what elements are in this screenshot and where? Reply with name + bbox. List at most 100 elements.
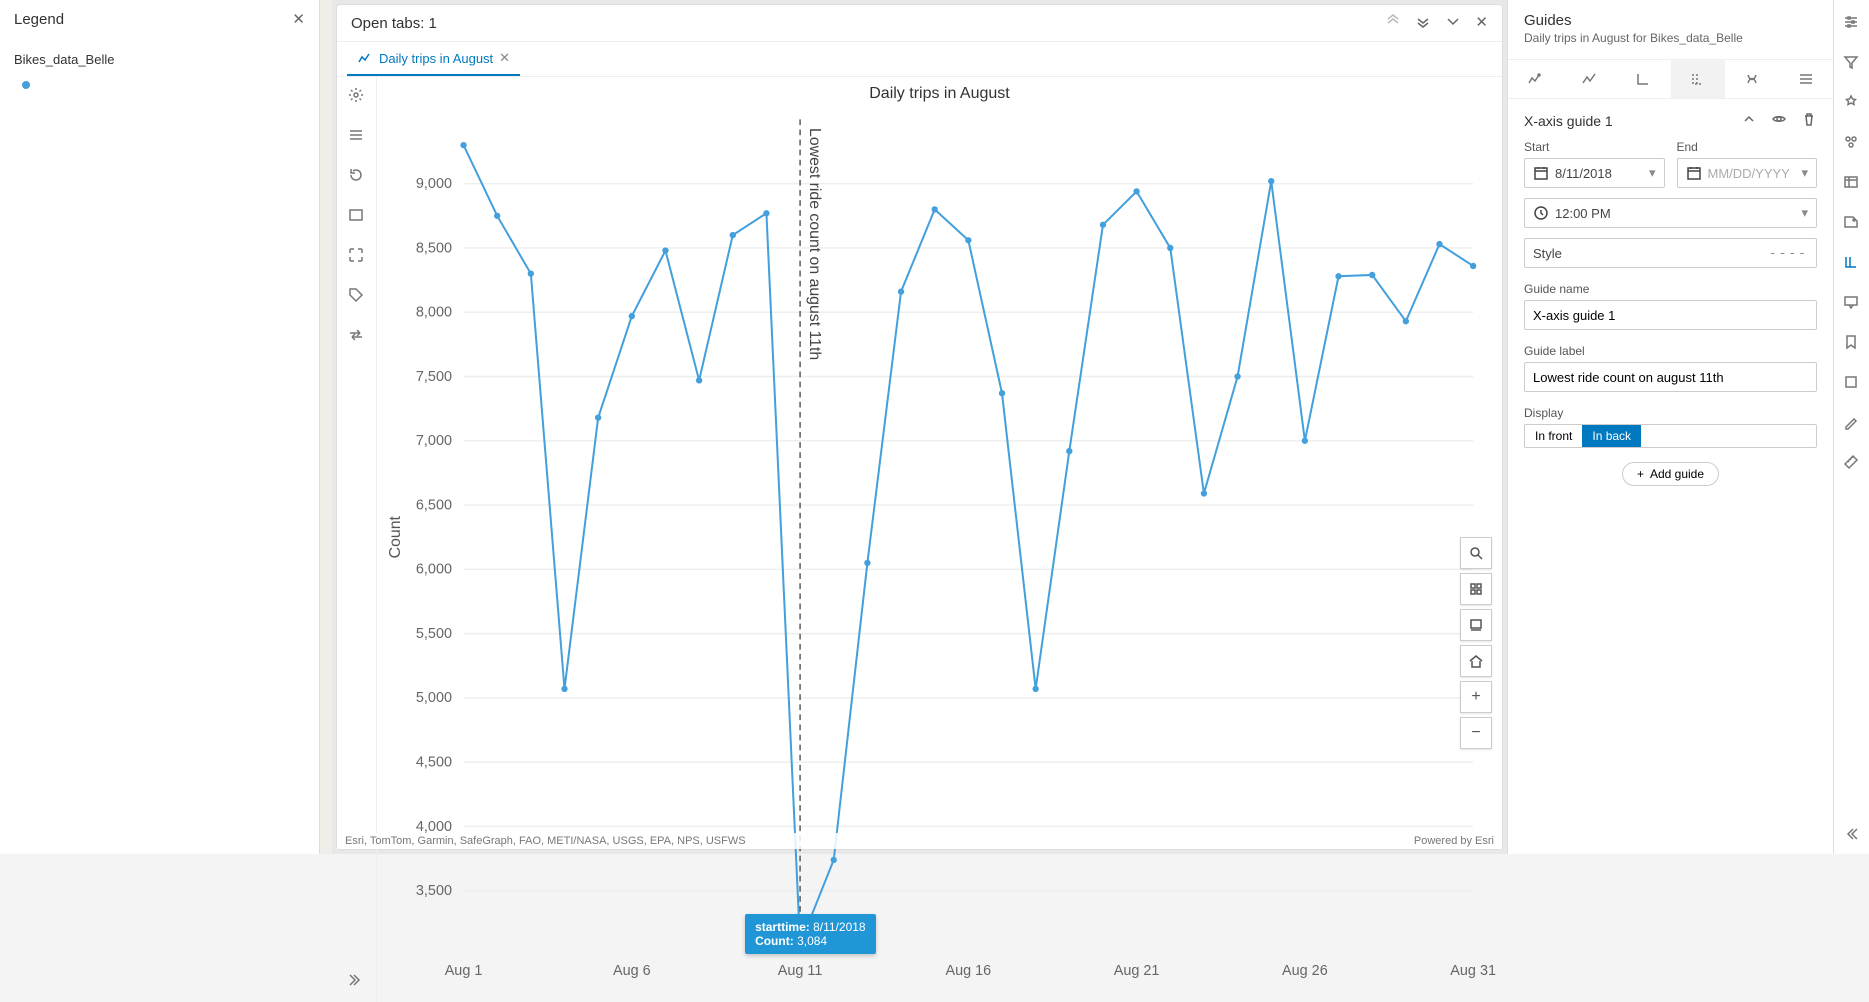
svg-text:8,000: 8,000 <box>416 305 452 321</box>
map-powered-by: Powered by Esri <box>1414 835 1494 847</box>
time-value: 12:00 PM <box>1555 206 1611 221</box>
tooltip-count-value: 3,084 <box>797 934 827 948</box>
svg-text:Aug 11: Aug 11 <box>778 963 823 979</box>
calendar-icon <box>1533 165 1549 181</box>
config-tab-general[interactable] <box>1779 60 1833 98</box>
legend-panel: Legend ✕ Bikes_data_Belle <box>0 0 320 854</box>
legend-layer-name: Bikes_data_Belle <box>14 52 305 67</box>
chevron-down-icon: ▾ <box>1801 165 1808 181</box>
time-picker[interactable]: 12:00 PM ▾ <box>1524 198 1817 228</box>
svg-text:Aug 16: Aug 16 <box>945 963 991 979</box>
style-picker[interactable]: Style ---- <box>1524 238 1817 268</box>
chart-svg[interactable]: 3,5004,0004,5005,0005,5006,0006,5007,000… <box>377 105 1502 998</box>
start-date-picker[interactable]: 8/11/2018 ▾ <box>1524 158 1665 188</box>
selection-icon[interactable] <box>348 247 366 265</box>
guide-label-input[interactable] <box>1524 362 1817 392</box>
rail-fields-icon[interactable] <box>1843 174 1861 192</box>
rail-measure-icon[interactable] <box>1843 454 1861 472</box>
add-guide-button[interactable]: + Add guide <box>1622 462 1719 486</box>
chevron-down-icon[interactable] <box>1445 13 1461 33</box>
svg-text:Count: Count <box>387 515 404 558</box>
chart-tab[interactable]: Daily trips in August ✕ <box>347 42 520 76</box>
svg-text:Lowest ride count on august 11: Lowest ride count on august 11th <box>806 128 823 360</box>
start-date-value: 8/11/2018 <box>1555 166 1612 181</box>
bookmark-button[interactable] <box>1460 609 1492 641</box>
svg-text:Aug 1: Aug 1 <box>445 963 483 979</box>
legend-toggle-icon[interactable] <box>348 127 366 145</box>
svg-text:7,500: 7,500 <box>416 369 452 385</box>
tooltip-starttime-label: starttime: <box>755 920 810 934</box>
display-in-front-button[interactable]: In front <box>1525 425 1582 447</box>
chart-tab-label: Daily trips in August <box>379 51 493 66</box>
chart-area[interactable]: Daily trips in August 3,5004,0004,5005,0… <box>377 77 1502 1002</box>
rail-chart-config-icon[interactable] <box>1843 254 1861 272</box>
guides-panel-title: Guides <box>1524 12 1817 29</box>
swap-axes-icon[interactable] <box>348 327 366 345</box>
rail-popup-icon[interactable] <box>1843 294 1861 312</box>
expand-toolbar-icon[interactable] <box>348 972 366 990</box>
home-button[interactable] <box>1460 645 1492 677</box>
svg-text:5,500: 5,500 <box>416 626 452 642</box>
close-tab-button[interactable]: ✕ <box>499 50 510 66</box>
rail-edit-icon[interactable] <box>1843 414 1861 432</box>
rail-effects-icon[interactable] <box>1843 94 1861 112</box>
map-attribution-bar: Esri, TomTom, Garmin, SafeGraph, FAO, ME… <box>337 833 1502 849</box>
map-widgets: + − <box>1460 537 1492 749</box>
config-tab-guides[interactable] <box>1671 60 1725 98</box>
tooltip-starttime-value: 8/11/2018 <box>813 920 866 934</box>
config-tab-axes[interactable] <box>1616 60 1670 98</box>
search-map-button[interactable] <box>1460 537 1492 569</box>
end-date-placeholder: MM/DD/YYYY <box>1708 166 1790 181</box>
collapse-guide-icon[interactable] <box>1741 111 1757 130</box>
filter-extent-icon[interactable] <box>348 207 366 225</box>
style-value: ---- <box>1769 246 1808 261</box>
chart-title: Daily trips in August <box>377 77 1502 105</box>
svg-text:3,500: 3,500 <box>416 883 452 899</box>
svg-text:4,500: 4,500 <box>416 754 452 770</box>
settings-icon[interactable] <box>348 87 366 105</box>
style-label: Style <box>1533 246 1562 261</box>
chart-pane: Open tabs: 1 ✕ Daily trips in August ✕ <box>336 4 1503 850</box>
close-pane-button[interactable]: ✕ <box>1475 13 1488 33</box>
guides-panel: Guides Daily trips in August for Bikes_d… <box>1507 0 1833 854</box>
rail-labels-icon[interactable] <box>1843 214 1861 232</box>
display-label: Display <box>1524 406 1817 420</box>
chevron-down-icon: ▾ <box>1801 205 1808 221</box>
rail-bookmark-icon[interactable] <box>1843 334 1861 352</box>
close-legend-button[interactable]: ✕ <box>292 10 305 28</box>
rail-sketch-icon[interactable] <box>1843 374 1861 392</box>
delete-guide-icon[interactable] <box>1801 111 1817 130</box>
display-in-back-button[interactable]: In back <box>1582 425 1641 447</box>
end-date-picker[interactable]: MM/DD/YYYY ▾ <box>1677 158 1818 188</box>
expand-down-icon[interactable] <box>1415 13 1431 33</box>
rail-collapse-icon[interactable] <box>1843 826 1861 844</box>
legend-symbol <box>22 81 30 89</box>
config-tab-format[interactable] <box>1725 60 1779 98</box>
config-tab-data[interactable] <box>1508 60 1562 98</box>
display-segmented: In front In back <box>1524 424 1817 448</box>
rotate-icon[interactable] <box>348 167 366 185</box>
map-attribution-text: Esri, TomTom, Garmin, SafeGraph, FAO, ME… <box>345 835 746 847</box>
rail-settings-icon[interactable] <box>1843 14 1861 32</box>
zoom-out-button[interactable]: − <box>1460 717 1492 749</box>
rail-filter-icon[interactable] <box>1843 54 1861 72</box>
guide-label-label: Guide label <box>1524 344 1817 358</box>
tooltip-count-label: Count: <box>755 934 794 948</box>
guide-name-input[interactable] <box>1524 300 1817 330</box>
plus-icon: + <box>1637 467 1644 481</box>
svg-text:7,000: 7,000 <box>416 433 452 449</box>
visibility-icon[interactable] <box>1771 111 1787 130</box>
config-tab-series[interactable] <box>1562 60 1616 98</box>
guides-panel-subtitle: Daily trips in August for Bikes_data_Bel… <box>1524 31 1817 45</box>
guide-item-header: X-axis guide 1 <box>1524 113 1613 129</box>
tag-icon[interactable] <box>348 287 366 305</box>
svg-text:5,000: 5,000 <box>416 690 452 706</box>
guide-name-label: Guide name <box>1524 282 1817 296</box>
svg-text:Aug 26: Aug 26 <box>1282 963 1328 979</box>
collapse-up-icon[interactable] <box>1385 13 1401 33</box>
basemap-button[interactable] <box>1460 573 1492 605</box>
rail-style-icon[interactable] <box>1843 134 1861 152</box>
open-tabs-label: Open tabs: 1 <box>351 15 437 32</box>
chart-tooltip: starttime: 8/11/2018 Count: 3,084 <box>745 914 876 954</box>
zoom-in-button[interactable]: + <box>1460 681 1492 713</box>
